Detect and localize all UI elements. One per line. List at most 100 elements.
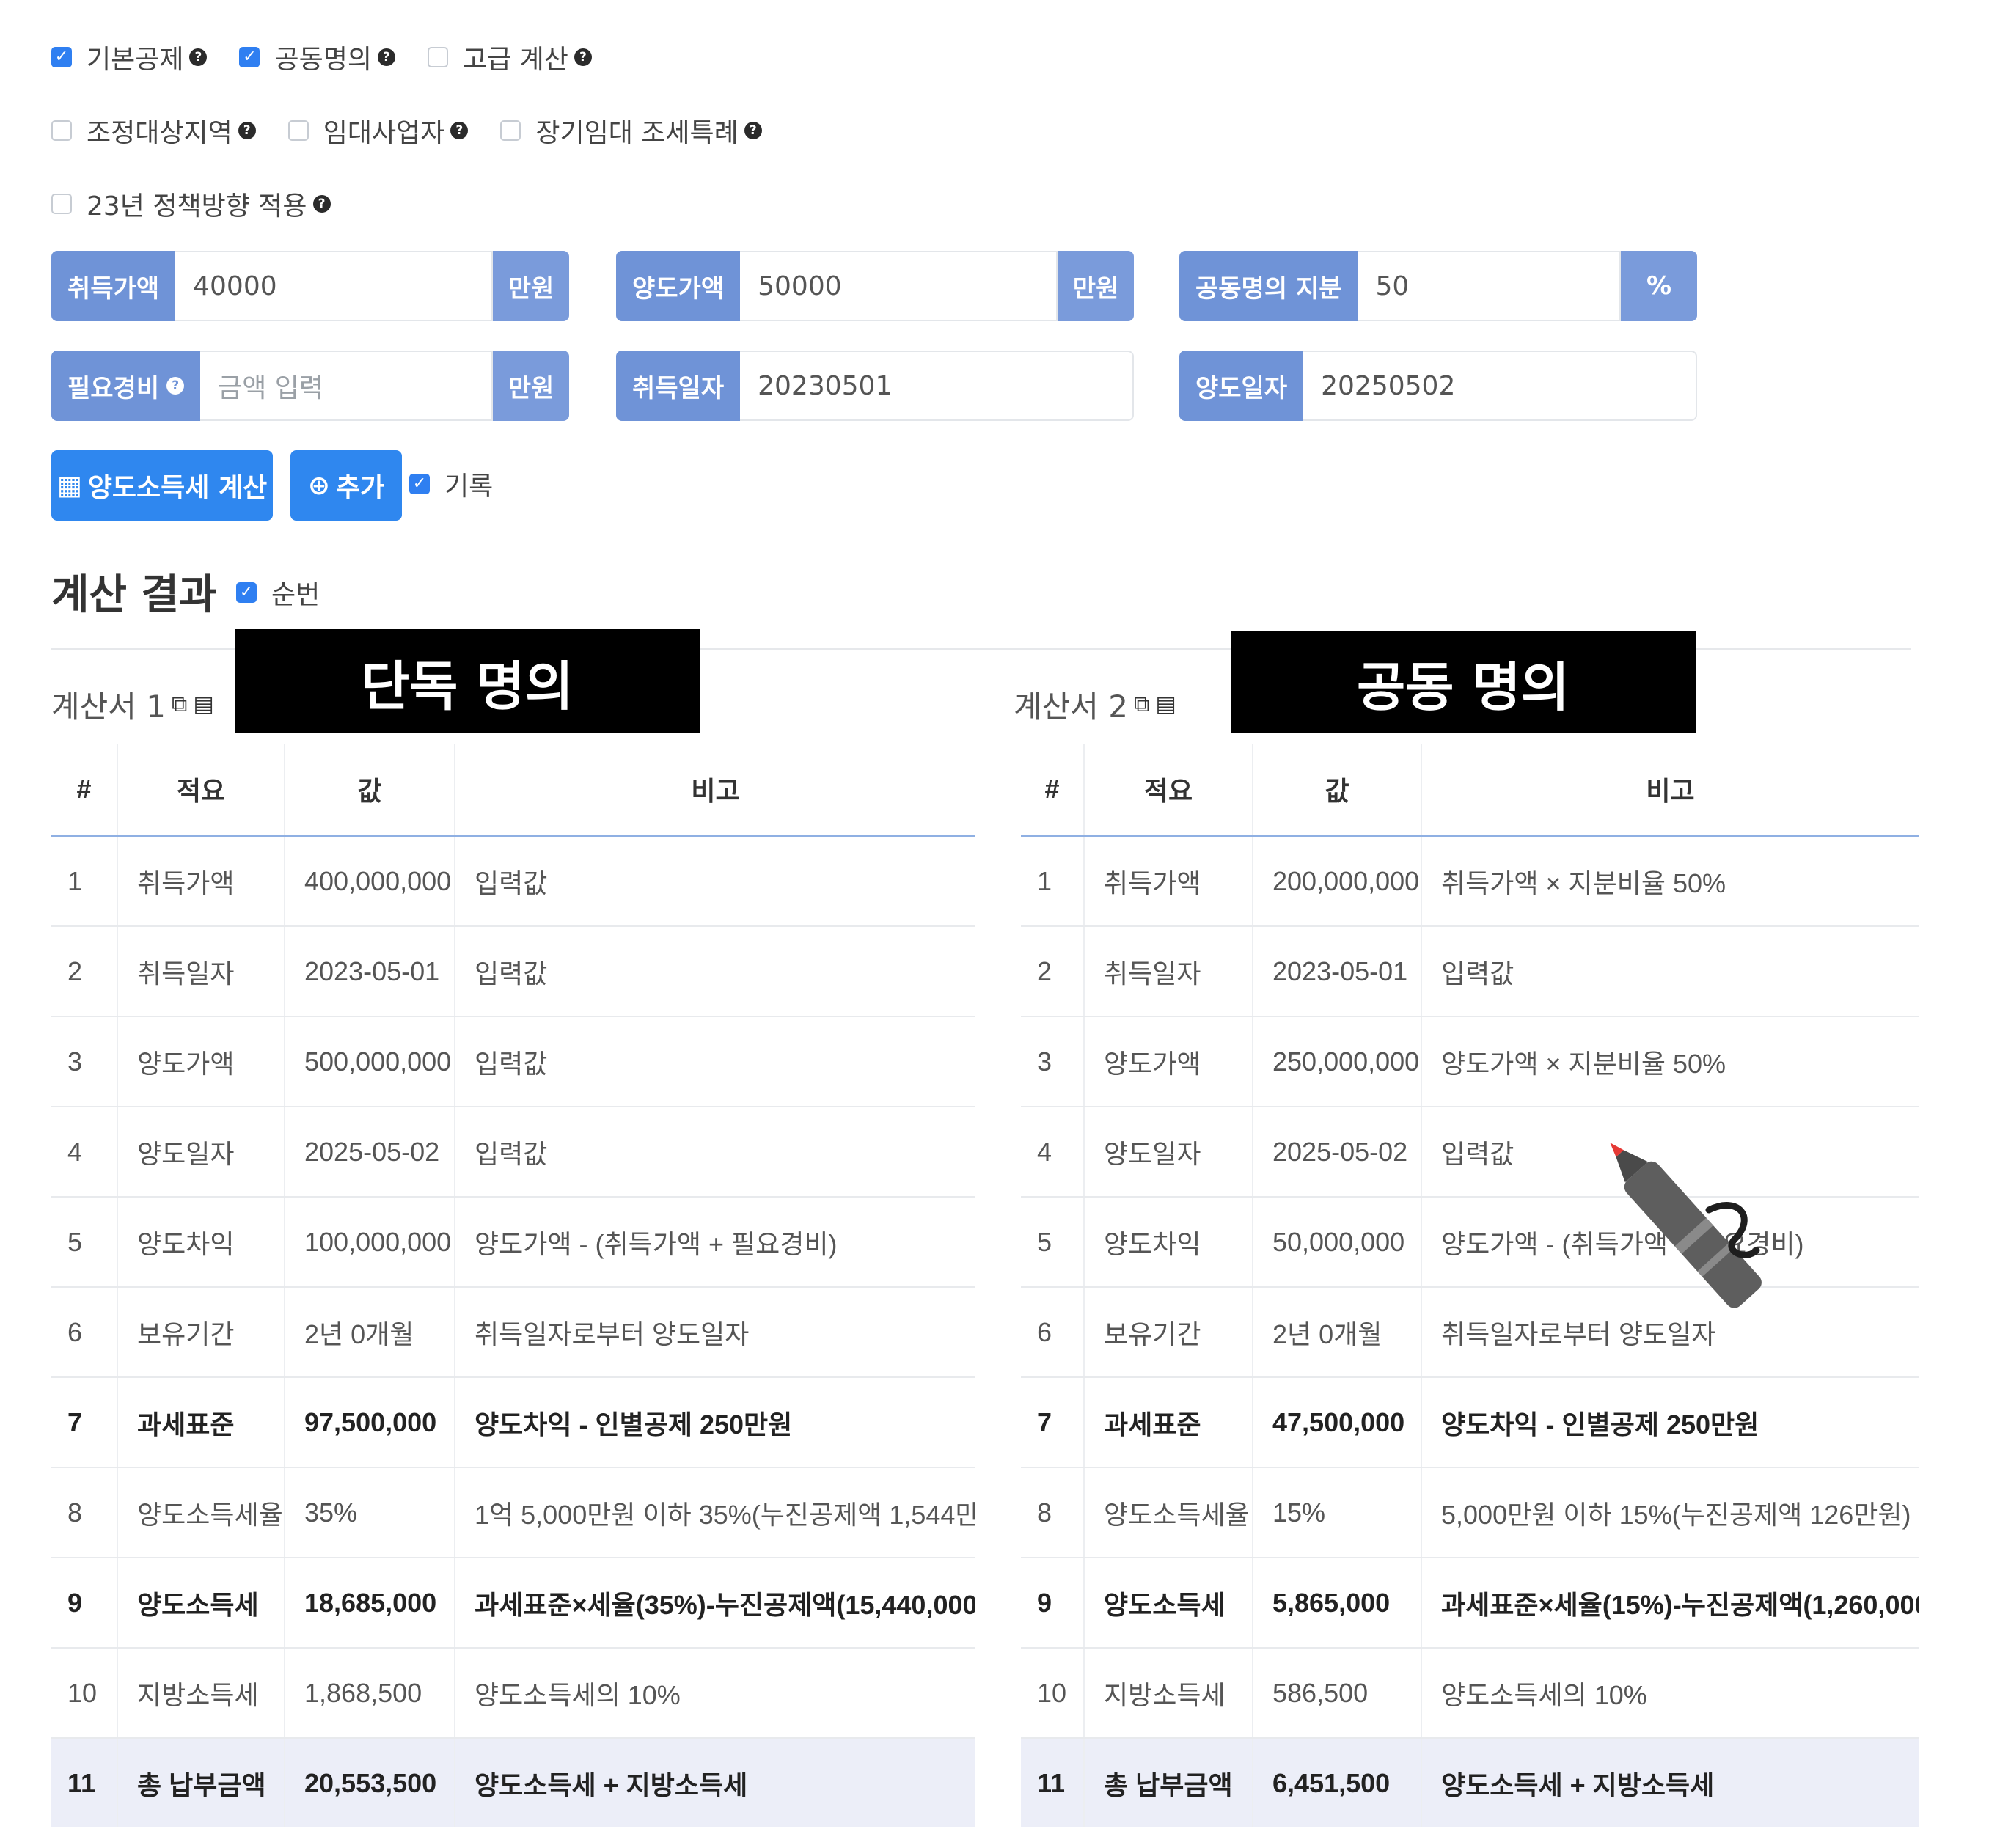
table-header-row: # 적요 값 비고 [51, 744, 975, 837]
row-number: 8 [51, 1467, 117, 1558]
column-header-note: 비고 [1421, 744, 1919, 837]
option-checkbox[interactable]: ✓ [51, 120, 72, 141]
acquisition-price-input[interactable]: 40000 [175, 251, 493, 321]
row-item: 보유기간 [117, 1287, 285, 1378]
table-row: 8 양도소득세율 15% 5,000만원 이하 15%(누진공제액 126만원) [1021, 1467, 1919, 1558]
row-note: 양도가액 × 지분비율 50% [1421, 1016, 1919, 1107]
row-item: 양도차익 [117, 1197, 285, 1288]
option-checkbox[interactable]: ✓ [500, 120, 521, 141]
calculator-page: ✓ 기본공제? ✓ 공동명의? ✓ 고급 계산? ✓ 조정대상지역? ✓ 임대사업자? ✓ 장기임대… [0, 0, 1989, 1848]
column-header-item: 적요 [117, 744, 285, 837]
sheet-2-title-row: 계산서 2 ⧉ ▤ [1014, 682, 1176, 727]
joint-share-input[interactable]: 50 [1358, 251, 1621, 321]
transfer-price-group: 양도가액 50000 만원 [616, 251, 1134, 321]
joint-share-label: 공동명의 지분 [1179, 251, 1358, 321]
result-table-2: # 적요 값 비고 1 취득가액 200,000,000 취득가액 × 지분비율 50% 2 취… [1021, 744, 1919, 1827]
expenses-label: 필요경비 ? [51, 351, 201, 421]
option-checkbox[interactable]: ✓ [51, 194, 72, 214]
row-number: 4 [51, 1107, 117, 1198]
table-row: 7 과세표준 47,500,000 양도차익 - 인별공제 250만원 [1021, 1377, 1919, 1468]
transfer-date-input[interactable]: 20250502 [1303, 351, 1697, 421]
table-row: 5 양도차익 100,000,000 양도가액 - (취득가액 + 필요경비) [51, 1197, 975, 1288]
table-row: 4 양도일자 2025-05-02 입력값 [1021, 1107, 1919, 1198]
option-1-3[interactable]: ✓ 고급 계산? [427, 38, 592, 76]
row-value: 20,553,500 [284, 1738, 455, 1827]
row-number: 3 [51, 1016, 117, 1107]
table-row: 4 양도일자 2025-05-02 입력값 [51, 1107, 975, 1198]
table-row: 3 양도가액 500,000,000 입력값 [51, 1016, 975, 1107]
row-note: 양도가액 - (취득가액 + 필요경비) [454, 1197, 975, 1288]
sheet-1-title: 계산서 1 [51, 689, 166, 725]
row-value: 2023-05-01 [284, 926, 455, 1017]
copy-icon[interactable]: ⧉ [1134, 692, 1149, 717]
row-value: 97,500,000 [284, 1377, 455, 1468]
row-note: 양도차익 - 인별공제 250만원 [1421, 1377, 1919, 1468]
row-note: 입력값 [1421, 926, 1919, 1017]
question-circle-icon[interactable]: ? [166, 377, 185, 395]
question-circle-icon[interactable]: ? [450, 122, 469, 139]
calculate-button[interactable]: ▦ 양도소득세 계산 [51, 450, 273, 521]
row-item: 양도소득세 [117, 1558, 285, 1649]
option-2-2[interactable]: ✓ 임대사업자? [287, 111, 469, 150]
row-note: 1억 5,000만원 이하 35%(누진공제액 1,544만원) [454, 1467, 975, 1558]
table-row: 8 양도소득세율 35% 1억 5,000만원 이하 35%(누진공제액 1,544만… [51, 1467, 975, 1558]
row-item: 양도소득세 [1083, 1558, 1253, 1649]
acquisition-price-label: 취득가액 [51, 251, 176, 321]
serial-option[interactable]: ✓ 순번 [236, 573, 320, 612]
row-item: 취득일자 [117, 926, 285, 1017]
column-header-value: 값 [284, 744, 455, 837]
option-checkbox[interactable]: ✓ [427, 47, 448, 67]
row-note: 입력값 [454, 926, 975, 1017]
option-2-3[interactable]: ✓ 장기임대 조세특례? [500, 111, 762, 150]
question-circle-icon[interactable]: ? [312, 195, 331, 213]
question-circle-icon[interactable]: ? [189, 48, 208, 66]
option-1-1[interactable]: ✓ 기본공제? [51, 38, 208, 76]
row-value: 2025-05-02 [1252, 1107, 1421, 1198]
record-checkbox[interactable]: ✓ [409, 474, 430, 494]
expenses-group: 필요경비 ? 금액 입력 만원 [51, 351, 569, 421]
expenses-input[interactable]: 금액 입력 [200, 351, 493, 421]
record-option[interactable]: ✓ 기록 [409, 465, 493, 503]
column-header-note: 비고 [454, 744, 975, 837]
row-number: 5 [1021, 1197, 1084, 1288]
serial-checkbox[interactable]: ✓ [236, 582, 257, 603]
acquisition-date-input[interactable]: 20230501 [740, 351, 1134, 421]
expenses-unit: 만원 [493, 351, 569, 421]
option-checkbox[interactable]: ✓ [287, 120, 309, 141]
row-number: 9 [1021, 1558, 1084, 1649]
row-note: 취득일자로부터 양도일자 [454, 1287, 975, 1378]
question-circle-icon[interactable]: ? [238, 122, 256, 139]
row-note: 취득가액 × 지분비율 50% [1421, 835, 1919, 927]
row-value: 2년 0개월 [1252, 1287, 1421, 1378]
row-number: 6 [51, 1287, 117, 1378]
option-label: 임대사업자 [323, 118, 445, 148]
table-row: 11 총 납부금액 6,451,500 양도소득세 + 지방소득세 [1021, 1738, 1919, 1827]
question-circle-icon[interactable]: ? [574, 48, 592, 66]
option-3-1[interactable]: ✓ 23년 정책방향 적용? [51, 185, 331, 223]
option-checkbox[interactable]: ✓ [51, 47, 72, 67]
option-1-2[interactable]: ✓ 공동명의? [239, 38, 395, 76]
transfer-price-input[interactable]: 50000 [740, 251, 1058, 321]
row-number: 10 [1021, 1648, 1084, 1739]
file-icon[interactable]: ▤ [1155, 692, 1176, 717]
option-checkbox[interactable]: ✓ [239, 47, 260, 67]
table-row: 7 과세표준 97,500,000 양도차익 - 인별공제 250만원 [51, 1377, 975, 1468]
question-circle-icon[interactable]: ? [377, 48, 395, 66]
add-button[interactable]: ⊕ 추가 [290, 450, 402, 521]
question-circle-icon[interactable]: ? [744, 122, 762, 139]
row-item: 양도일자 [117, 1107, 285, 1198]
row-item: 양도가액 [117, 1016, 285, 1107]
transfer-date-label: 양도일자 [1179, 351, 1304, 421]
column-header-number: # [51, 744, 117, 837]
copy-icon[interactable]: ⧉ [172, 692, 187, 717]
file-icon[interactable]: ▤ [193, 692, 213, 717]
row-value: 47,500,000 [1252, 1377, 1421, 1468]
results-title: 계산 결과 [51, 571, 217, 619]
option-2-1[interactable]: ✓ 조정대상지역? [51, 111, 256, 150]
row-value: 50,000,000 [1252, 1197, 1421, 1288]
table-row: 9 양도소득세 5,865,000 과세표준×세율(15%)-누진공제액(1,260,… [1021, 1558, 1919, 1649]
row-value: 35% [284, 1467, 455, 1558]
table-row: 6 보유기간 2년 0개월 취득일자로부터 양도일자 [1021, 1287, 1919, 1378]
row-value: 250,000,000 [1252, 1016, 1421, 1107]
table-row: 10 지방소득세 1,868,500 양도소득세의 10% [51, 1648, 975, 1739]
